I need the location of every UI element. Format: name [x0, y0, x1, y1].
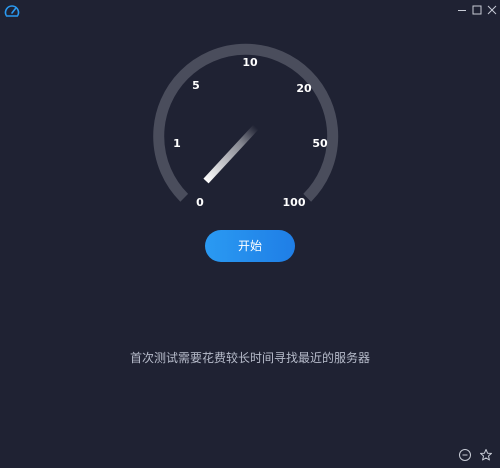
gauge-label-0: 0	[196, 196, 204, 209]
gauge-label-1: 1	[173, 137, 181, 150]
start-button[interactable]: 开始	[205, 230, 295, 262]
gauge-needle	[203, 124, 259, 184]
star-icon[interactable]	[479, 448, 493, 462]
circle-minus-icon[interactable]	[458, 448, 472, 462]
gauge-track	[153, 43, 339, 202]
maximize-button[interactable]	[470, 3, 484, 17]
status-message: 首次测试需要花费较长时间寻找最近的服务器	[129, 351, 370, 365]
title-bar[interactable]	[0, 0, 500, 22]
gauge-label-20: 20	[296, 82, 312, 95]
gauge-label-10: 10	[242, 56, 258, 69]
gauge-label-50: 50	[312, 137, 328, 150]
gauge-label-5: 5	[192, 79, 200, 92]
speedtest-window: 0 1 5 10 20 50 100 开始 首次测试需要花费较长时间寻找最近的服…	[0, 0, 500, 468]
speedometer-icon	[4, 5, 20, 17]
gauge-label-100: 100	[283, 196, 306, 209]
close-button[interactable]	[485, 3, 499, 17]
minimize-button[interactable]	[455, 3, 469, 17]
